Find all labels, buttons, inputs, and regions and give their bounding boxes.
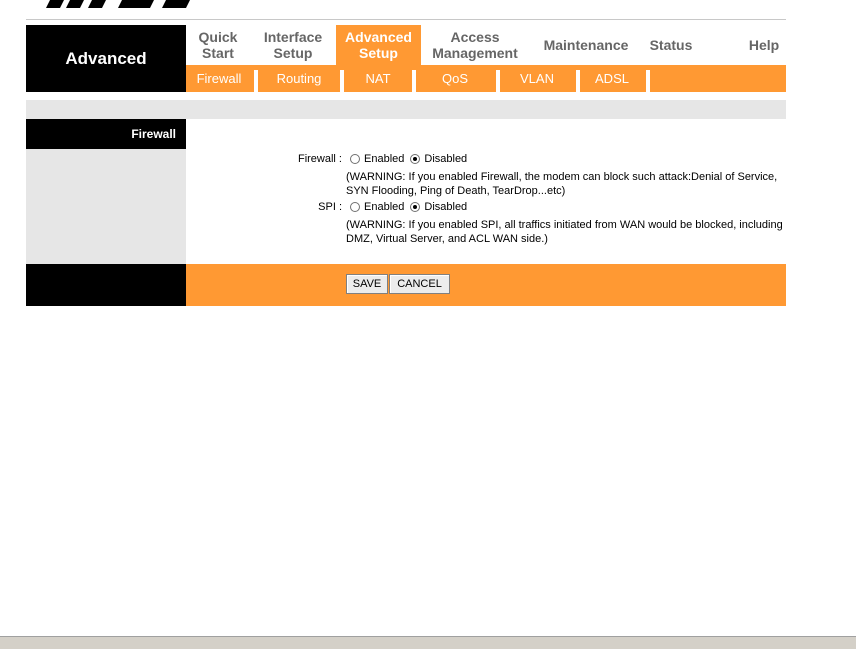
footer-bar <box>186 264 786 306</box>
spi-warning-line: DMZ, Virtual Server, and ACL WAN side.) <box>346 233 548 245</box>
subnav-vlan[interactable]: VLAN <box>502 65 572 92</box>
firewall-label: Firewall : <box>297 153 342 165</box>
nav-label: Status <box>649 37 693 53</box>
nav-help[interactable]: Help <box>742 25 786 65</box>
subnav-firewall[interactable]: Firewall <box>186 65 252 92</box>
nav-advanced-setup[interactable]: Advanced Setup <box>336 25 421 65</box>
subnav-separator <box>646 70 650 92</box>
firewall-enabled-label: Enabled <box>364 153 405 165</box>
main-nav: Quick Start Interface Setup Advanced Setup … <box>186 25 786 65</box>
subnav-qos[interactable]: QoS <box>418 65 492 92</box>
firewall-warning-line: SYN Flooding, Ping of Death, TearDrop...… <box>346 185 566 197</box>
subnav-nat[interactable]: NAT <box>346 65 410 92</box>
nav-label: Setup <box>359 45 398 61</box>
nav-quick-start[interactable]: Quick Start <box>186 25 250 65</box>
footer-left <box>26 264 186 306</box>
nav-label: Interface <box>263 29 323 45</box>
firewall-radio-group: Enabled Disabled <box>350 153 467 165</box>
spi-warning-line: (WARNING: If you enabled SPI, all traffi… <box>346 219 783 231</box>
nav-access-management[interactable]: Access Management <box>429 25 521 65</box>
subnav-routing[interactable]: Routing <box>260 65 338 92</box>
spi-disabled-radio[interactable] <box>410 202 421 212</box>
subnav-adsl[interactable]: ADSL <box>582 65 642 92</box>
firewall-disabled-label: Disabled <box>424 153 468 165</box>
nav-status[interactable]: Status <box>646 25 696 65</box>
cancel-button[interactable]: CANCEL <box>389 274 450 294</box>
section-title: Advanced <box>26 25 186 92</box>
nav-label: Maintenance <box>543 37 629 53</box>
sub-nav: Firewall Routing NAT QoS VLAN ADSL <box>186 65 786 92</box>
spi-enabled-radio[interactable] <box>350 202 360 212</box>
nav-label: Advanced <box>345 29 412 45</box>
subnav-separator <box>576 70 580 92</box>
subnav-separator <box>412 70 416 92</box>
spi-disabled-label: Disabled <box>424 201 468 213</box>
firewall-form: Firewall : Enabled Disabled (WARNING: If… <box>186 119 786 264</box>
nav-label: Start <box>202 45 234 61</box>
nav-label: Management <box>432 45 518 61</box>
save-button[interactable]: SAVE <box>346 274 388 294</box>
side-panel <box>26 149 186 264</box>
spi-warning: (WARNING: If you enabled SPI, all traffi… <box>346 218 786 246</box>
nav-label: Setup <box>273 45 313 61</box>
firewall-warning-line: (WARNING: If you enabled Firewall, the m… <box>346 171 778 183</box>
subnav-separator <box>254 70 258 92</box>
panel-title: Firewall <box>26 119 186 149</box>
nav-interface-setup[interactable]: Interface Setup <box>256 25 330 65</box>
firewall-disabled-radio[interactable] <box>410 154 421 164</box>
firewall-enabled-radio[interactable] <box>350 154 360 164</box>
subnav-separator <box>496 70 500 92</box>
firewall-warning: (WARNING: If you enabled Firewall, the m… <box>346 170 786 198</box>
nav-label: Quick <box>198 29 238 45</box>
nav-label: Access <box>450 29 500 45</box>
nav-maintenance[interactable]: Maintenance <box>538 25 634 65</box>
spi-radio-group: Enabled Disabled <box>350 201 467 213</box>
msi-logo <box>46 0 190 8</box>
browser-status-bar <box>0 636 856 649</box>
subnav-separator <box>340 70 344 92</box>
nav-label: Help <box>748 37 780 53</box>
spi-enabled-label: Enabled <box>364 201 405 213</box>
top-divider <box>26 19 786 20</box>
spi-label: SPI : <box>318 201 342 213</box>
spacer-strip <box>26 100 786 119</box>
